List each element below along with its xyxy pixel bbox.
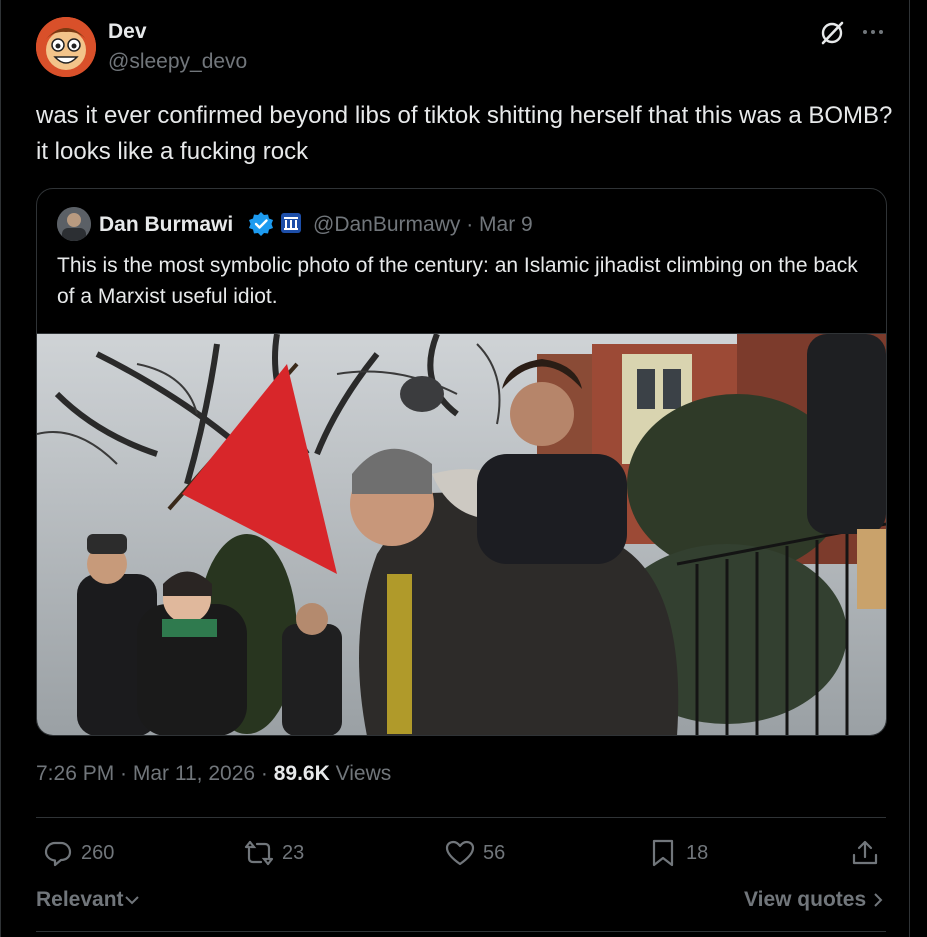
like-button[interactable]: 56 [445, 836, 505, 870]
quoted-post-photo[interactable] [37, 333, 886, 735]
reply-sort-dropdown[interactable]: Relevant [36, 888, 140, 912]
views-label: Views [329, 762, 392, 785]
affiliation-badge-icon[interactable] [280, 212, 302, 234]
views-count: 89.6K [273, 762, 330, 785]
reply-count: 260 [81, 841, 115, 864]
chevron-down-icon [124, 896, 139, 905]
view-quotes-link[interactable]: View quotes [744, 888, 884, 912]
divider-bottom [36, 931, 886, 932]
bookmark-count: 18 [686, 841, 709, 864]
reply-sort-label: Relevant [36, 888, 124, 911]
post-meta: 7:26 PM · Mar 11, 2026 · 89.6K Views [36, 762, 391, 786]
share-icon [852, 840, 878, 865]
quoted-author-avatar[interactable] [57, 207, 91, 241]
post-text: was it ever confirmed beyond libs of tik… [36, 102, 893, 165]
more-options-icon[interactable] [860, 20, 886, 44]
reply-button[interactable]: 260 [43, 836, 114, 870]
author-avatar[interactable] [36, 17, 96, 77]
quoted-post[interactable]: Dan Burmawi @DanBurmawy · Mar 9 This is … [36, 188, 887, 736]
like-count: 56 [483, 841, 506, 864]
author-name[interactable]: Dev [108, 20, 147, 44]
quoted-handle-date[interactable]: @DanBurmawy · Mar 9 [313, 213, 533, 237]
chevron-right-icon [874, 893, 883, 908]
heart-icon [445, 840, 475, 866]
reply-icon [44, 841, 72, 867]
quoted-author-name[interactable]: Dan Burmawi [99, 213, 233, 237]
share-button[interactable] [850, 836, 880, 870]
bookmark-button[interactable]: 18 [648, 836, 708, 870]
post-timestamp[interactable]: 7:26 PM · Mar 11, 2026 · [36, 762, 274, 785]
repost-icon [244, 840, 274, 866]
quoted-post-text: This is the most symbolic photo of the c… [57, 254, 858, 308]
grok-icon[interactable] [818, 19, 846, 47]
repost-count: 23 [282, 841, 305, 864]
bookmark-icon [652, 839, 674, 867]
repost-button[interactable]: 23 [244, 836, 304, 870]
divider-top [36, 817, 886, 818]
view-quotes-label: View quotes [744, 888, 867, 911]
verified-badge-icon [248, 211, 274, 237]
author-handle[interactable]: @sleepy_devo [108, 50, 247, 74]
column-border-right [909, 0, 910, 937]
column-border-left [0, 0, 1, 937]
